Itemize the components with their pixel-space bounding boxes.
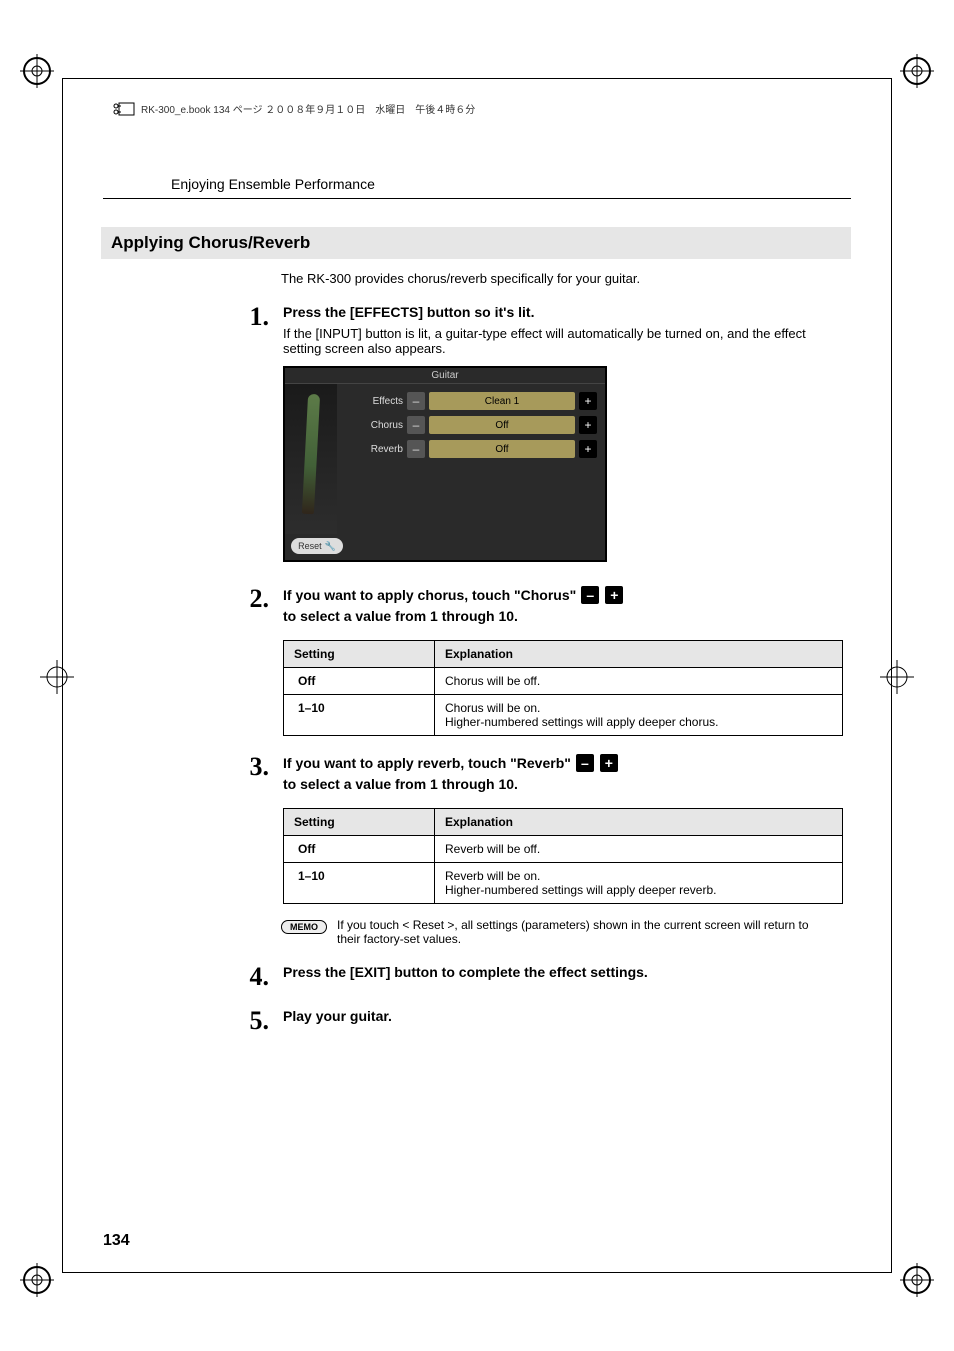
step-4: 4. Press the [EXIT] button to complete t… [171,964,821,990]
step-number: 5. [241,1008,269,1034]
table-header-setting: Setting [284,641,435,668]
memo-note: MEMO If you touch < Reset >, all setting… [281,918,821,946]
table-row: Off Reverb will be off. [284,836,843,863]
memo-text: If you touch < Reset >, all settings (pa… [337,918,821,946]
effects-plus-button[interactable]: + [579,392,597,410]
step-heading-post: to select a value from 1 through 10. [283,608,518,624]
running-header: Enjoying Ensemble Performance [103,176,851,192]
reverb-minus-button[interactable]: – [407,440,425,458]
step-number: 4. [241,964,269,990]
chorus-value[interactable]: Off [429,416,575,434]
chorus-minus-button[interactable]: – [407,416,425,434]
guitar-effect-screen: Guitar Effects – Clean 1 + [283,366,607,562]
table-header-setting: Setting [284,809,435,836]
table-row: Off Chorus will be off. [284,668,843,695]
step-number: 3. [241,754,269,780]
divider [103,198,851,199]
guitar-image [285,384,337,534]
step-2: 2. If you want to apply chorus, touch "C… [171,586,821,736]
effects-minus-button[interactable]: – [407,392,425,410]
chorus-settings-table: Setting Explanation Off Chorus will be o… [283,640,843,736]
table-row: 1–10 Reverb will be on. Higher-numbered … [284,863,843,904]
print-header: RK-300_e.book 134 ページ ２００８年９月１０日 水曜日 午後４… [113,101,851,116]
step-heading-pre: If you want to apply reverb, touch "Reve… [283,755,571,771]
effects-row: Effects – Clean 1 + [341,392,597,410]
minus-icon: – [576,754,594,772]
section-title: Applying Chorus/Reverb [101,227,851,259]
reverb-settings-table: Setting Explanation Off Reverb will be o… [283,808,843,904]
table-cell-explanation: Chorus will be off. [435,668,843,695]
step-heading: Play your guitar. [283,1008,821,1024]
reverb-row: Reverb – Off + [341,440,597,458]
table-row: 1–10 Chorus will be on. Higher-numbered … [284,695,843,736]
step-heading-post: to select a value from 1 through 10. [283,776,518,792]
step-number: 1. [241,304,269,330]
book-binder-icon [113,102,135,116]
registration-mark-icon [900,54,934,88]
registration-mark-icon [20,54,54,88]
table-cell-setting: Off [284,668,435,695]
registration-mark-icon [900,1263,934,1297]
step-heading: If you want to apply chorus, touch "Chor… [283,586,843,624]
table-cell-explanation: Reverb will be off. [435,836,843,863]
step-heading: Press the [EXIT] button to complete the … [283,964,821,980]
guitar-screen-title: Guitar [285,368,605,384]
step-heading-pre: If you want to apply chorus, touch "Chor… [283,587,576,603]
chorus-plus-button[interactable]: + [579,416,597,434]
chorus-label: Chorus [341,420,403,431]
reverb-label: Reverb [341,444,403,455]
memo-badge: MEMO [281,920,327,934]
effects-label: Effects [341,396,403,407]
print-header-text: RK-300_e.book 134 ページ ２００８年９月１０日 水曜日 午後４… [141,101,475,116]
table-cell-explanation: Reverb will be on. Higher-numbered setti… [435,863,843,904]
reset-label: Reset [298,541,322,551]
registration-mark-icon [20,1263,54,1297]
table-cell-setting: Off [284,836,435,863]
table-header-explanation: Explanation [435,809,843,836]
step-heading: Press the [EFFECTS] button so it's lit. [283,304,821,320]
step-5: 5. Play your guitar. [171,1008,821,1034]
reverb-plus-button[interactable]: + [579,440,597,458]
chorus-row: Chorus – Off + [341,416,597,434]
table-header-explanation: Explanation [435,641,843,668]
step-number: 2. [241,586,269,612]
reset-button[interactable]: Reset 🔧 [291,538,343,554]
plus-icon: + [605,586,623,604]
step-3: 3. If you want to apply reverb, touch "R… [171,754,821,904]
reverb-value[interactable]: Off [429,440,575,458]
table-cell-setting: 1–10 [284,863,435,904]
plus-icon: + [600,754,618,772]
effects-value[interactable]: Clean 1 [429,392,575,410]
page-number: 134 [103,1232,130,1250]
intro-text: The RK-300 provides chorus/reverb specif… [281,271,821,286]
step-body-text: If the [INPUT] button is lit, a guitar-t… [283,326,821,356]
step-1: 1. Press the [EFFECTS] button so it's li… [171,304,821,568]
table-cell-setting: 1–10 [284,695,435,736]
minus-icon: – [581,586,599,604]
step-heading: If you want to apply reverb, touch "Reve… [283,754,843,792]
table-cell-explanation: Chorus will be on. Higher-numbered setti… [435,695,843,736]
wrench-icon: 🔧 [325,541,336,552]
